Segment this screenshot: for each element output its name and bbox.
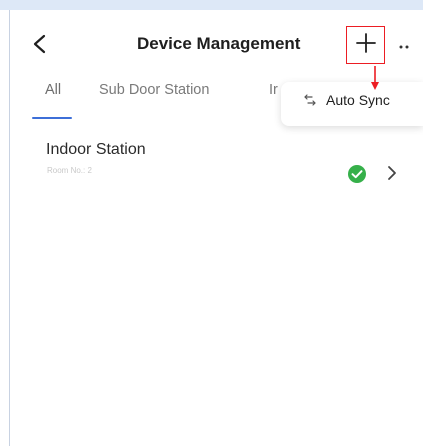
tab-sub-door-station[interactable]: Sub Door Station — [99, 82, 209, 98]
more-dots-icon[interactable] — [398, 44, 422, 50]
add-device-button[interactable] — [346, 26, 385, 64]
tab-indoor-station[interactable]: Ir — [269, 82, 280, 98]
chevron-right-icon[interactable] — [385, 163, 399, 183]
plus-icon — [356, 33, 376, 53]
auto-sync-label[interactable]: Auto Sync — [326, 92, 390, 108]
annotation-arrow-icon — [371, 66, 379, 90]
check-circle-icon — [348, 165, 366, 183]
tab-selected-indicator — [32, 117, 72, 119]
top-band — [0, 0, 423, 10]
tab-all[interactable]: All — [45, 82, 61, 98]
device-list-item[interactable] — [10, 130, 423, 194]
device-name: Indoor Station — [46, 141, 146, 158]
sync-icon — [304, 94, 316, 106]
device-room-number: Room No.: 2 — [47, 166, 92, 175]
back-icon[interactable] — [30, 33, 50, 55]
page-title: Device Management — [137, 34, 301, 53]
app-screen — [10, 10, 423, 446]
